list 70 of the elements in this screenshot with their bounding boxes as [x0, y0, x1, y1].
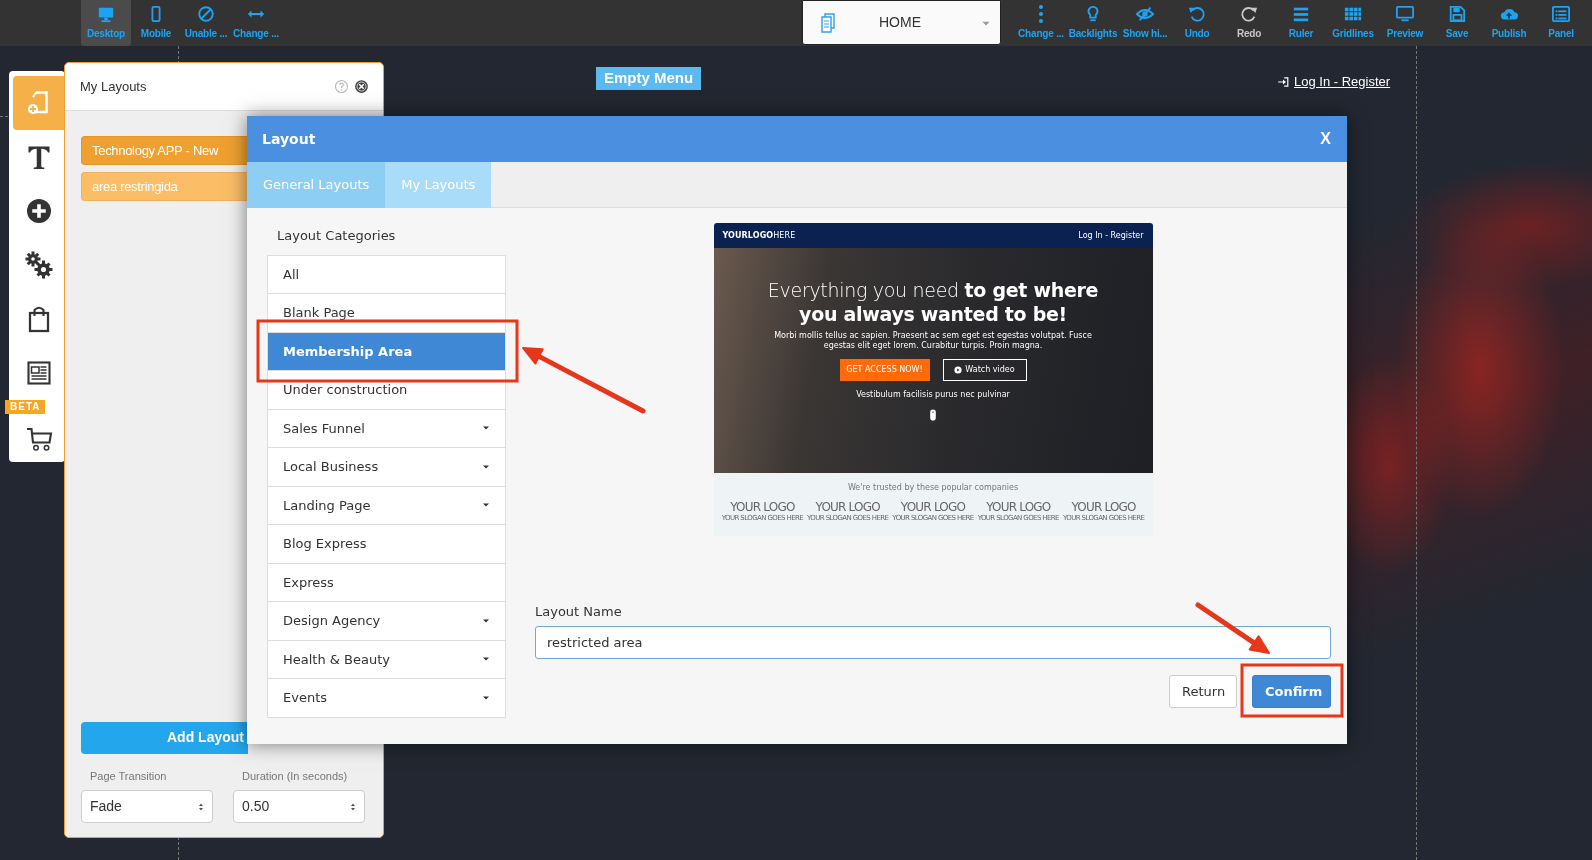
toolbar-button[interactable]: Undo: [1171, 0, 1223, 46]
category-item[interactable]: Blog Express: [268, 525, 505, 564]
toolbar-button[interactable]: Change ...: [231, 0, 281, 46]
toolbar-button[interactable]: Preview: [1379, 0, 1431, 46]
page-transition-select[interactable]: Fade: [81, 790, 213, 823]
category-item[interactable]: All: [268, 255, 505, 294]
redo-icon: [1239, 5, 1259, 23]
category-item[interactable]: Blank Page: [268, 294, 505, 333]
toolbar-button[interactable]: Unable ...: [181, 0, 231, 46]
category-item[interactable]: Design Agency: [268, 602, 505, 641]
dialog-title: Layout: [262, 129, 316, 149]
login-text[interactable]: Log In - Register: [1294, 72, 1391, 92]
preview-cta-button[interactable]: GET ACCESS NOW!: [839, 359, 930, 381]
category-item[interactable]: Local Business: [268, 448, 505, 487]
ruler-bars-icon: [1291, 5, 1311, 23]
toolbar-button[interactable]: Publish: [1483, 0, 1535, 46]
grid-icon: [1343, 5, 1363, 23]
close-button[interactable]: X: [1318, 127, 1333, 151]
add-layout-button[interactable]: Add Layout: [81, 721, 248, 754]
monitor-icon: [1395, 5, 1415, 23]
toolbar-button[interactable]: Backlights: [1067, 0, 1119, 46]
monitor-icon: [96, 5, 116, 23]
toolbar-button[interactable]: Panel: [1535, 0, 1587, 46]
category-item[interactable]: Events: [268, 679, 505, 718]
preview-partner-logo: YOUR LOGO: [900, 501, 966, 513]
beta-badge: BETA: [5, 400, 46, 414]
login-icon: [1277, 75, 1289, 88]
panel-title: My Layouts: [80, 77, 147, 96]
toolbar-button[interactable]: Show hi...: [1119, 0, 1171, 46]
preview-paragraph: Morbi mollis tellus ac sapien. Praesent ac sem eget est egestas volutpat. Fusce egestas elit eget lorem. Curabitur turpis. Proin magna.: [773, 331, 1093, 351]
field-label: Duration (In seconds): [241, 768, 349, 784]
category-item[interactable]: Express: [268, 563, 505, 602]
confirm-button[interactable]: Confirm: [1252, 675, 1331, 708]
toolbar-button[interactable]: Ruler: [1275, 0, 1327, 46]
preview-video-button[interactable]: Watch video: [942, 359, 1027, 381]
gears-icon: [24, 250, 54, 280]
toolbar-button[interactable]: Mobile: [131, 0, 181, 46]
play-icon: [954, 366, 963, 374]
preview-partner-logo: YOUR LOGO: [1071, 501, 1136, 513]
page-select[interactable]: HOME: [802, 0, 1001, 45]
plus-circle-icon: [24, 196, 54, 226]
duration-select[interactable]: 0.50: [233, 790, 365, 823]
category-item[interactable]: Health & Beauty: [268, 640, 505, 679]
toolbar-button[interactable]: Change ...: [1015, 0, 1067, 46]
layout-name-field[interactable]: restricted area: [535, 626, 1331, 659]
preview-trusted-text: We're trusted by these popular companies: [847, 482, 1019, 494]
list-panel-icon: [1551, 5, 1571, 23]
field-label: Page Transition: [89, 768, 168, 784]
preview-logo: YOURLOGOHERE: [722, 229, 796, 242]
toolbar-button[interactable]: Gridlines: [1327, 0, 1379, 46]
preview-partner-logo: YOUR LOGO: [986, 501, 1051, 513]
preview-headline: Everything you need to get where you always wanted to be!: [766, 278, 1100, 326]
category-item[interactable]: Sales Funnel: [268, 409, 505, 448]
preview-note: Vestibulum facilisis purus nec pulvinar: [856, 389, 1010, 401]
preview-partner-logo: YOUR LOGO: [730, 501, 795, 513]
category-item[interactable]: Membership Area: [268, 332, 505, 371]
toolbar-button[interactable]: Desktop: [81, 0, 131, 46]
close-icon[interactable]: [354, 79, 369, 94]
section-title: Layout Categories: [277, 227, 397, 245]
category-item[interactable]: Landing Page: [268, 486, 505, 525]
field-label: Layout Name: [535, 602, 623, 621]
eye-slash-icon: [1135, 5, 1155, 23]
prohibited-icon: [196, 5, 216, 23]
preview-partner-logo: YOUR LOGO: [815, 501, 880, 513]
newspaper-icon: [24, 358, 54, 388]
return-button[interactable]: Return: [1169, 675, 1237, 708]
vertical-dots-icon: [1039, 5, 1043, 23]
category-item[interactable]: Under construction: [268, 371, 505, 410]
undo-icon: [1187, 5, 1207, 23]
toolbar-button[interactable]: Save: [1431, 0, 1483, 46]
